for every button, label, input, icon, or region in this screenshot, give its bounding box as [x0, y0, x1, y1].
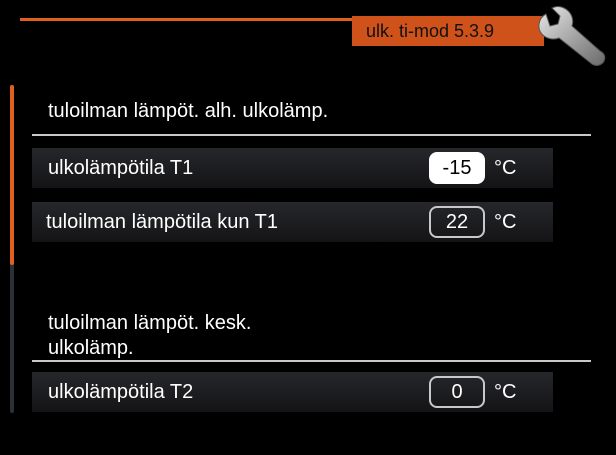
- section-divider: [32, 360, 591, 362]
- unit-label: °C: [494, 157, 517, 179]
- supply-air-temp-t1-value[interactable]: 22: [429, 206, 485, 238]
- setting-row-supply-air-temp-t1[interactable]: tuloilman lämpötila kun T1 22 °C: [32, 202, 553, 242]
- outdoor-temp-t2-value[interactable]: 0: [429, 376, 485, 408]
- setting-label: tuloilman lämpötila kun T1: [46, 211, 278, 233]
- setting-label: ulkolämpötila T2: [48, 381, 194, 403]
- scrollbar-thumb[interactable]: [10, 85, 14, 265]
- unit-label: °C: [494, 381, 517, 403]
- section-title-low-outdoor-temp: tuloilman lämpöt. alh. ulkolämp.: [48, 100, 329, 122]
- setting-row-outdoor-temp-t2[interactable]: ulkolämpötila T2 0 °C: [32, 372, 553, 412]
- section-title-line: ulkolämp.: [48, 337, 134, 359]
- header-accent-line: [20, 18, 372, 21]
- outdoor-temp-t1-value[interactable]: -15: [429, 152, 485, 184]
- setting-row-outdoor-temp-t1[interactable]: ulkolämpötila T1 -15 °C: [32, 148, 553, 188]
- section-title-mid-outdoor-temp: tuloilman lämpöt. kesk. ulkolämp.: [48, 312, 251, 360]
- page-title: ulk. ti-mod 5.3.9: [352, 16, 544, 46]
- wrench-icon: [538, 6, 606, 66]
- unit-label: °C: [494, 211, 517, 233]
- section-title-line: tuloilman lämpöt. kesk.: [48, 312, 252, 334]
- setting-label: ulkolämpötila T1: [48, 157, 194, 179]
- section-divider: [32, 134, 591, 136]
